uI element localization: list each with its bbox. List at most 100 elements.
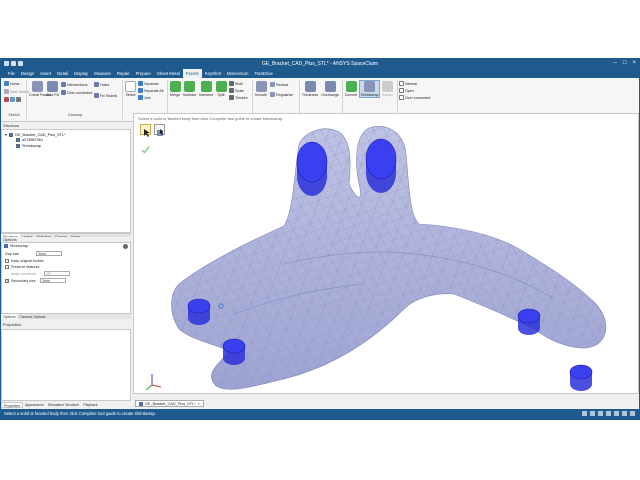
tab-options[interactable]: Options [1, 314, 18, 319]
tree-item-root[interactable]: ▾ GE_Bracket_CAD_Plus_STL* [5, 132, 66, 137]
reduce-icon [270, 82, 275, 87]
export-button[interactable]: Export [381, 81, 394, 97]
document-tab[interactable]: GE_Bracket_CAD_Plus_STL* × [135, 400, 204, 407]
pan-icon[interactable] [590, 411, 595, 416]
tree-item-shrinkwrap[interactable]: Shrinkwrap [16, 144, 41, 148]
home-icon [4, 81, 9, 86]
selection-filter-icon[interactable] [622, 411, 627, 416]
visibility-checkbox[interactable] [8, 132, 13, 137]
check-facets-icon [31, 81, 43, 92]
checkbox-icon [399, 88, 404, 93]
options-tabs: Options Camera Options [1, 313, 131, 319]
gap-size-input[interactable]: 3mm [36, 251, 62, 256]
shrinkwrap-button[interactable]: Shrinkwrap [359, 80, 380, 98]
3d-viewport[interactable]: Select a solid or faceted body then clic… [133, 113, 639, 394]
tree-item-body[interactable]: a2785570b1 [16, 138, 43, 142]
fix-shards-button[interactable]: Fix Shards [94, 93, 117, 98]
tab-appearance[interactable]: Appearance [23, 402, 46, 408]
minimize-button[interactable]: – [614, 60, 617, 66]
menu-tab-file[interactable]: File [5, 69, 18, 78]
menu-tab-design[interactable]: Design [18, 69, 37, 78]
scale-button[interactable]: Scale [229, 88, 244, 93]
intersect-button[interactable]: Intersect [198, 81, 214, 97]
open-checkbox[interactable]: Open [399, 88, 414, 93]
home-button[interactable]: Home [4, 81, 20, 86]
regularize-button[interactable]: Regularize [270, 92, 293, 97]
menu-tab-display[interactable]: Display [71, 69, 91, 78]
secondary-size-checkbox[interactable]: ✓ Secondary size [5, 279, 36, 283]
snap-icon[interactable] [582, 411, 587, 416]
menu-tab-teradrive[interactable]: TeraDrive [251, 69, 275, 78]
preserve-features-checkbox[interactable]: Preserve features [5, 265, 39, 269]
rotate-icon[interactable] [606, 411, 611, 416]
visibility-checkbox[interactable] [16, 144, 20, 148]
checkbox-icon [399, 81, 404, 86]
join-icon [138, 95, 143, 100]
tab-playback[interactable]: Playback [81, 402, 99, 408]
menu-tab-keyshot[interactable]: KeyShot [202, 69, 224, 78]
internal-checkbox[interactable]: Internal [399, 81, 417, 86]
secondary-size-input[interactable]: 3mm [40, 278, 66, 283]
collapse-icon[interactable] [123, 244, 128, 249]
axis-triad-icon[interactable] [142, 371, 164, 393]
tab-properties[interactable]: Properties [1, 402, 23, 408]
check-facets-button[interactable]: Check Facets [29, 81, 51, 97]
options-panel: Shrinkwrap Gap size 3mm Keep original bo… [1, 242, 131, 314]
title-bar: GE_Bracket_CAD_Plus_STL* - ANSYS SpaceCl… [1, 59, 639, 69]
view-icon[interactable] [614, 411, 619, 416]
zoom-icon[interactable] [598, 411, 603, 416]
window-controls: – □ × [614, 60, 636, 66]
document-icon [139, 401, 143, 406]
bracket-model[interactable] [134, 114, 640, 395]
spaceclaim-window: GE_Bracket_CAD_Plus_STL* - ANSYS SpaceCl… [0, 58, 640, 420]
expand-icon[interactable]: ▾ [5, 132, 7, 137]
layout-icon[interactable] [630, 411, 635, 416]
reduce-button[interactable]: Reduce [270, 82, 288, 87]
subtract-icon [184, 81, 195, 92]
bolt-hole-cylinder [365, 138, 397, 193]
thickness-button[interactable]: Thickness [301, 81, 319, 97]
holes-button[interactable]: Holes [94, 82, 109, 87]
split-button[interactable]: Split [215, 81, 227, 97]
menu-tab-detail[interactable]: Detail [54, 69, 71, 78]
overhangs-icon [324, 81, 336, 92]
angle-threshold-input[interactable]: 45° [44, 271, 70, 276]
tab-simulation-structure[interactable]: Simulation Structure [46, 402, 82, 408]
overhangs-button[interactable]: Overhangs [320, 81, 340, 97]
keep-original-bodies-checkbox[interactable]: Keep original bodies [5, 259, 44, 263]
menu-tab-repair[interactable]: Repair [114, 69, 133, 78]
split-icon [215, 81, 227, 92]
select-button[interactable]: Select [124, 81, 137, 97]
subtract-button[interactable]: Subtract [182, 81, 197, 97]
menu-tab-sheet-metal[interactable]: Sheet Metal [154, 69, 183, 78]
bolt-hole-cylinder [517, 308, 541, 335]
over-connected-button[interactable]: Over connected [61, 90, 92, 95]
auto-fix-button[interactable]: Auto Fix [46, 81, 59, 97]
join-button[interactable]: Join [138, 95, 151, 100]
shell-button[interactable]: Shell [229, 81, 243, 86]
thicken-button[interactable]: Thicken [229, 95, 248, 100]
close-tab-icon[interactable]: × [198, 402, 200, 406]
convert-button[interactable]: Convert [344, 81, 358, 97]
menu-tab-insert[interactable]: Insert [37, 69, 54, 78]
menu-tab-measure[interactable]: Measure [91, 69, 114, 78]
separate-icon [138, 81, 143, 86]
separate-button[interactable]: Separate [138, 81, 159, 86]
merge-button[interactable]: Merge [169, 81, 181, 97]
tool-icon [4, 97, 9, 102]
tab-camera-options[interactable]: Camera Options [17, 314, 47, 319]
intersections-button[interactable]: Intersections [61, 82, 87, 87]
menu-tab-facets[interactable]: Facets [182, 69, 202, 78]
visibility-checkbox[interactable] [16, 138, 20, 142]
maximize-button[interactable]: □ [623, 60, 627, 66]
menu-tab-prepare[interactable]: Prepare [133, 69, 154, 78]
close-button[interactable]: × [632, 60, 636, 66]
group-label-sketch: Sketch [8, 113, 20, 117]
over-connected-checkbox[interactable]: Over connected [399, 95, 430, 100]
status-toolbar [582, 411, 635, 416]
convert-icon [345, 81, 357, 92]
menu-tab-momentum[interactable]: Momentum [224, 69, 252, 78]
sketch-tools[interactable] [4, 97, 21, 102]
separate-all-button[interactable]: Separate All [138, 88, 163, 93]
smooth-button[interactable]: Smooth [254, 81, 268, 97]
